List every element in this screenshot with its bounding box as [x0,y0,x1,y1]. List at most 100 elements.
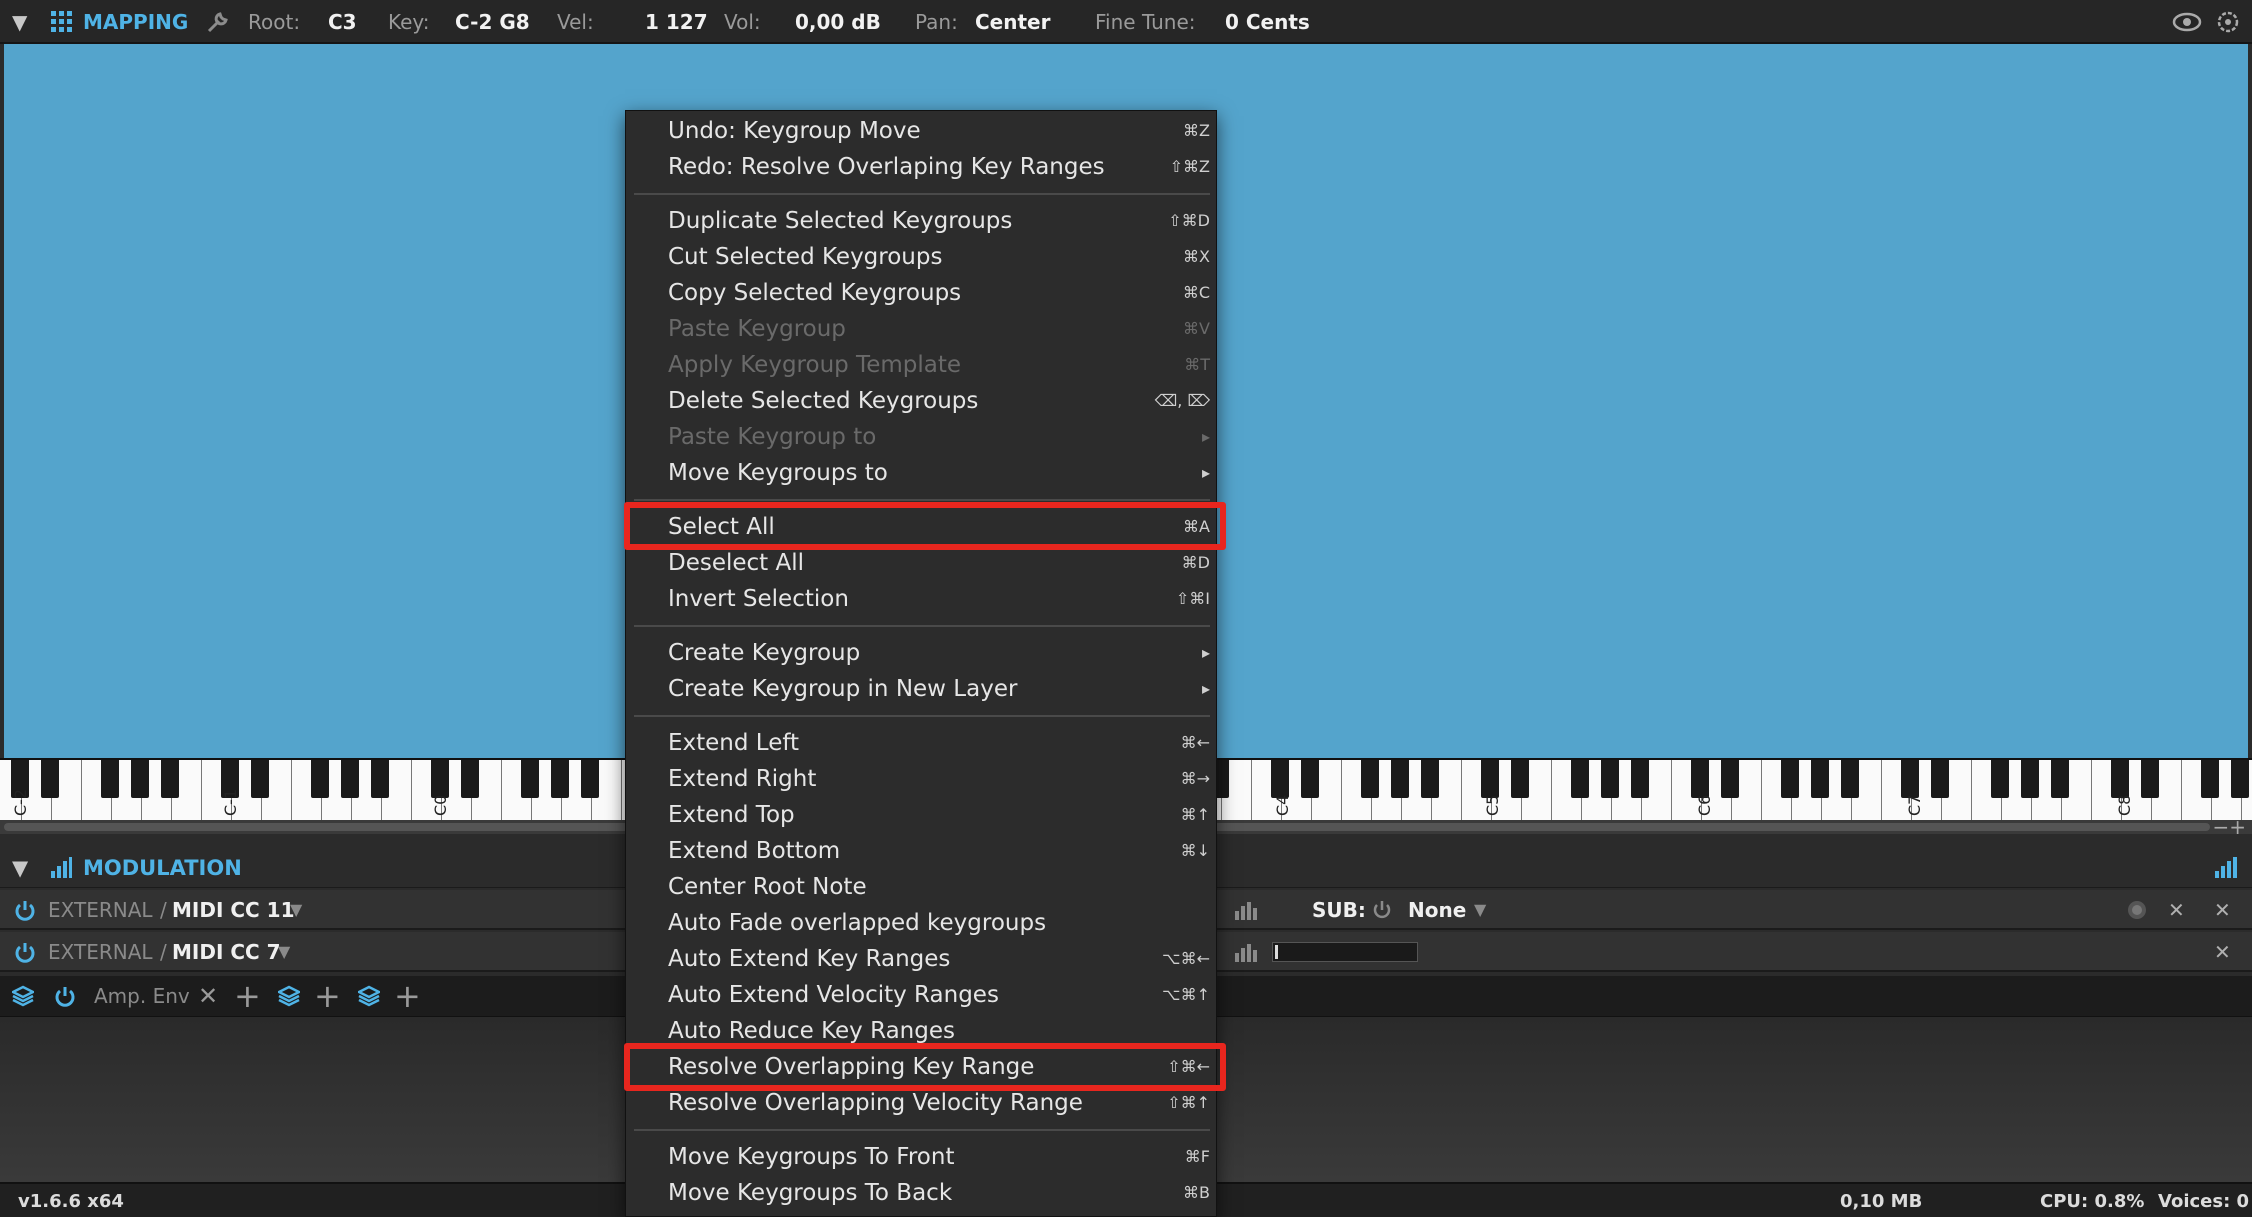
menu-item[interactable]: Redo: Resolve Overlaping Key Ranges ⇧⌘Z [626,149,1218,185]
add-icon[interactable]: + [314,976,341,1016]
menu-item[interactable]: Duplicate Selected Keygroups ⇧⌘D [626,203,1218,239]
black-key[interactable] [2141,760,2159,798]
grid-icon[interactable] [50,10,74,34]
black-key[interactable] [1511,760,1529,798]
menu-item[interactable]: Move Keygroups to ▸ [626,455,1218,491]
close-icon[interactable]: ✕ [2214,932,2231,972]
close-icon[interactable]: ✕ [198,976,218,1016]
black-key[interactable] [1781,760,1799,798]
menu-item[interactable]: Move Keygroups To Front ⌘F [626,1139,1218,1175]
layers-icon[interactable] [358,985,380,1007]
slider-handle[interactable] [1275,945,1278,959]
menu-item[interactable]: Center Root Note [626,869,1218,905]
black-key[interactable] [2021,760,2039,798]
menu-item[interactable]: Deselect All ⌘D [626,545,1218,581]
black-key[interactable] [131,760,149,798]
sub-value[interactable]: None [1408,890,1466,930]
black-key[interactable] [431,760,449,798]
menu-item[interactable]: Extend Right ⌘→ [626,761,1218,797]
mod-name[interactable]: MIDI CC 11 [172,890,295,930]
black-key[interactable] [1931,760,1949,798]
chevron-down-icon[interactable]: ▼ [278,932,290,972]
layers-icon[interactable] [12,985,34,1007]
menu-item[interactable]: Undo: Keygroup Move ⌘Z [626,113,1218,149]
chevron-down-icon[interactable]: ▼ [290,890,302,930]
menu-item[interactable]: Invert Selection ⇧⌘I [626,581,1218,617]
black-key[interactable] [251,760,269,798]
bars-icon[interactable] [2214,857,2238,879]
black-key[interactable] [101,760,119,798]
close-icon[interactable]: ✕ [2168,890,2185,930]
vel-value[interactable]: 1 127 [645,0,708,44]
power-icon[interactable] [14,941,36,963]
record-icon[interactable] [2126,899,2148,921]
chevron-down-icon[interactable]: ▼ [1474,890,1486,930]
black-key[interactable] [1631,760,1649,798]
add-icon[interactable]: + [234,976,261,1016]
menu-item[interactable]: Copy Selected Keygroups ⌘C [626,275,1218,311]
black-key[interactable] [311,760,329,798]
black-key[interactable] [2201,760,2219,798]
section-title[interactable]: MAPPING [83,0,188,44]
collapse-triangle-icon[interactable]: ▼ [12,848,28,888]
menu-item[interactable]: Extend Left ⌘← [626,725,1218,761]
black-key[interactable] [41,760,59,798]
layers-icon[interactable] [278,985,300,1007]
black-key[interactable] [551,760,569,798]
black-key[interactable] [1421,760,1439,798]
mod-name[interactable]: MIDI CC 7 [172,932,281,972]
black-key[interactable] [2111,760,2129,798]
black-key[interactable] [2051,760,2069,798]
add-icon[interactable]: + [394,976,421,1016]
black-key[interactable] [371,760,389,798]
black-key[interactable] [1301,760,1319,798]
menu-item-label: Apply Keygroup Template [668,352,962,378]
zoom-controls[interactable]: −+ [2212,815,2246,839]
power-icon[interactable] [14,899,36,921]
menu-item[interactable]: Extend Top ⌘↑ [626,797,1218,833]
black-key[interactable] [521,760,539,798]
bars-icon[interactable] [1234,941,1258,963]
amount-slider[interactable] [1272,942,1418,962]
black-key[interactable] [1391,760,1409,798]
black-key[interactable] [1901,760,1919,798]
finetune-value[interactable]: 0 Cents [1225,0,1310,44]
black-key[interactable] [1721,760,1739,798]
black-key[interactable] [1841,760,1859,798]
black-key[interactable] [1571,760,1589,798]
wrench-icon[interactable] [206,10,230,34]
menu-item[interactable]: Move Keygroups To Back ⌘B [626,1175,1218,1211]
collapse-triangle-icon[interactable]: ▼ [12,0,27,44]
menu-item[interactable]: Extend Bottom ⌘↓ [626,833,1218,869]
black-key[interactable] [581,760,599,798]
menu-item[interactable]: Create Keygroup ▸ [626,635,1218,671]
black-key[interactable] [341,760,359,798]
menu-item[interactable]: Auto Extend Key Ranges ⌥⌘← [626,941,1218,977]
root-value[interactable]: C3 [328,0,357,44]
menu-item[interactable]: Delete Selected Keygroups ⌫, ⌦ [626,383,1218,419]
black-key[interactable] [461,760,479,798]
black-key[interactable] [1601,760,1619,798]
black-key[interactable] [1691,760,1709,798]
black-key[interactable] [1991,760,2009,798]
eye-icon[interactable] [2172,11,2202,33]
power-icon[interactable] [54,985,76,1007]
black-key[interactable] [1361,760,1379,798]
close-icon[interactable]: ✕ [2214,890,2231,930]
black-key[interactable] [1271,760,1289,798]
power-icon[interactable] [1372,900,1392,920]
bars-icon[interactable] [1234,899,1258,921]
key-value[interactable]: C-2 G8 [455,0,530,44]
black-key[interactable] [2231,760,2249,798]
tab-amp-env[interactable]: Amp. Env [94,976,190,1016]
pan-value[interactable]: Center [975,0,1050,44]
menu-item[interactable]: Cut Selected Keygroups ⌘X [626,239,1218,275]
black-key[interactable] [1481,760,1499,798]
menu-item[interactable]: Auto Extend Velocity Ranges ⌥⌘↑ [626,977,1218,1013]
vol-value[interactable]: 0,00 dB [795,0,881,44]
black-key[interactable] [1811,760,1829,798]
settings-dial-icon[interactable] [2216,10,2240,34]
menu-item[interactable]: Auto Fade overlapped keygroups [626,905,1218,941]
menu-item[interactable]: Create Keygroup in New Layer ▸ [626,671,1218,707]
black-key[interactable] [161,760,179,798]
